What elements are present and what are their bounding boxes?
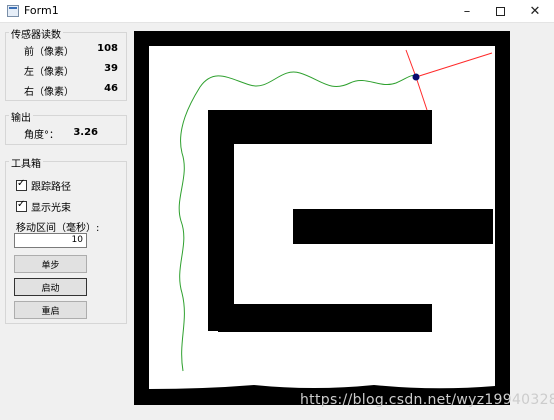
track-path-option[interactable]: 跟踪路径 xyxy=(16,178,71,193)
step-button[interactable]: 单步 xyxy=(14,255,87,273)
toolbox-group-title: 工具箱 xyxy=(9,155,43,170)
sensor-left-value: 39 xyxy=(104,63,118,74)
track-path-label: 跟踪路径 xyxy=(31,182,71,193)
sensor-group-title: 传感器读数 xyxy=(9,26,63,41)
maximize-icon xyxy=(495,7,505,16)
show-beam-label: 显示光束 xyxy=(31,203,71,214)
watermark: https://blog.csdn.net/wyz19940328 xyxy=(300,392,554,408)
close-button[interactable]: ✕ xyxy=(515,0,554,23)
window-title: Form1 xyxy=(24,4,59,17)
maximize-button[interactable] xyxy=(480,0,520,23)
output-group-title: 输出 xyxy=(9,109,33,124)
sensor-left-label: 左（像素） xyxy=(24,67,74,78)
app-icon xyxy=(7,5,19,17)
title-bar: Form1 – ✕ xyxy=(0,0,554,23)
show-beam-option[interactable]: 显示光束 xyxy=(16,199,71,214)
wall-left-bar xyxy=(208,110,234,331)
map-canvas xyxy=(134,31,510,405)
sensor-right-label: 右（像素） xyxy=(24,87,74,98)
wall-bottom-bar xyxy=(218,304,432,332)
interval-label: 移动区间（毫秒）: xyxy=(16,223,100,234)
minimize-icon: – xyxy=(463,4,471,19)
sensor-right-value: 46 xyxy=(104,83,118,94)
track-path-checkbox[interactable] xyxy=(16,178,27,191)
angle-label: 角度°： xyxy=(24,130,59,141)
sensor-front-value: 108 xyxy=(97,43,118,54)
start-button[interactable]: 启动 xyxy=(14,278,87,296)
sensor-front-label: 前（像素） xyxy=(24,47,74,58)
show-beam-checkbox[interactable] xyxy=(16,199,27,212)
wall-top-bar xyxy=(208,110,432,144)
reset-button[interactable]: 重启 xyxy=(14,301,87,319)
interval-input[interactable]: 10 xyxy=(14,233,87,248)
robot-marker xyxy=(412,73,420,81)
wall-middle-bar xyxy=(293,209,493,244)
close-icon: ✕ xyxy=(529,4,541,19)
angle-value: 3.26 xyxy=(73,127,98,138)
